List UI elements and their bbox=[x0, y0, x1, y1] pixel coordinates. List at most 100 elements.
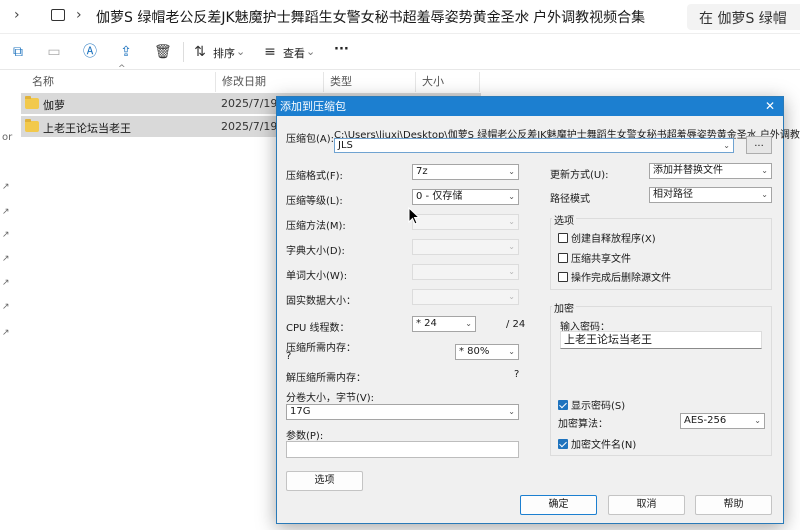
pin-icon[interactable]: ↗ bbox=[2, 254, 10, 264]
search-input[interactable]: 在 伽萝S 绿帽 bbox=[687, 4, 800, 30]
word-size-select[interactable]: ⌄ bbox=[412, 264, 519, 280]
level-select[interactable]: 0 - 仅存储 ⌄ bbox=[412, 189, 519, 205]
chevron-down-icon: ⌄ bbox=[465, 319, 472, 328]
update-mode-select[interactable]: 添加并替换文件 ⌄ bbox=[649, 163, 772, 179]
column-header-type[interactable]: 类型 bbox=[324, 72, 416, 92]
sort-icon[interactable]: ⇅ bbox=[192, 44, 208, 60]
monitor-icon[interactable] bbox=[51, 9, 65, 21]
encrypt-filenames-label: 加密文件名(N) bbox=[571, 440, 637, 451]
memory-label: 压缩所需内存： bbox=[286, 343, 356, 354]
chevron-down-icon[interactable]: ⌄ bbox=[306, 45, 315, 58]
path-mode-value: 相对路径 bbox=[653, 189, 693, 200]
help-button[interactable]: 帮助 bbox=[695, 495, 772, 515]
cancel-button[interactable]: 取消 bbox=[608, 495, 685, 515]
chevron-down-icon: ⌄ bbox=[508, 267, 515, 276]
delete-after-checkbox[interactable]: 操作完成后删除源文件 bbox=[558, 269, 671, 284]
compress-shared-checkbox[interactable]: 压缩共享文件 bbox=[558, 250, 631, 265]
method-select[interactable]: ⌄ bbox=[412, 214, 519, 230]
toolbar-divider bbox=[183, 42, 184, 62]
format-select[interactable]: 7z ⌄ bbox=[412, 164, 519, 180]
show-password-checkbox[interactable]: 显示密码(S) bbox=[558, 397, 625, 412]
dictionary-select[interactable]: ⌄ bbox=[412, 239, 519, 255]
create-sfx-label: 创建自释放程序(X) bbox=[571, 234, 656, 245]
split-volume-label: 分卷大小，字节(V): bbox=[286, 393, 375, 404]
memory-select[interactable]: * 80% ⌄ bbox=[455, 344, 519, 360]
path-mode-label: 路径模式 bbox=[550, 194, 590, 205]
pin-icon[interactable]: ↗ bbox=[2, 230, 10, 240]
checkbox-icon bbox=[558, 272, 568, 282]
solid-block-select[interactable]: ⌄ bbox=[412, 289, 519, 305]
update-mode-value: 添加并替换文件 bbox=[653, 165, 723, 176]
chevron-down-icon: ⌄ bbox=[508, 347, 515, 356]
method-label: 压缩方法(M): bbox=[286, 221, 346, 232]
chevron-down-icon: ⌄ bbox=[508, 407, 515, 416]
create-sfx-checkbox[interactable]: 创建自释放程序(X) bbox=[558, 230, 656, 245]
column-header-size[interactable]: 大小 bbox=[416, 72, 480, 92]
view-icon[interactable]: ≡ bbox=[262, 44, 278, 60]
split-volume-select[interactable]: 17G ⌄ bbox=[286, 404, 519, 420]
dialog-title: 添加到压缩包 bbox=[280, 100, 346, 113]
encryption-method-label: 加密算法： bbox=[558, 419, 608, 430]
parameters-label: 参数(P): bbox=[286, 431, 324, 442]
address-path[interactable]: 伽萝S 绿帽老公反差JK魅魔护士舞蹈生女警女秘书超羞辱姿势黄金圣水 户外调教视频… bbox=[96, 7, 645, 27]
column-header-date[interactable]: 修改日期 bbox=[216, 72, 324, 92]
ok-button[interactable]: 确定 bbox=[520, 495, 597, 515]
checkbox-checked-icon bbox=[558, 439, 568, 449]
memory-unknown: ? bbox=[286, 351, 292, 362]
archive-name-input[interactable]: JLS ⌄ bbox=[334, 138, 734, 153]
delete-after-label: 操作完成后删除源文件 bbox=[571, 273, 671, 284]
dialog-title-bar[interactable]: 添加到压缩包 ✕ bbox=[277, 97, 783, 116]
file-name: 伽萝 bbox=[43, 99, 65, 112]
pin-icon[interactable]: ↗ bbox=[2, 182, 10, 192]
column-header-name[interactable]: 名称 bbox=[26, 72, 216, 92]
chevron-right-icon[interactable]: › bbox=[14, 7, 20, 23]
chevron-down-icon[interactable]: ⌄ bbox=[723, 139, 730, 152]
paste-icon[interactable]: ▭ bbox=[46, 44, 62, 60]
more-options-button[interactable]: ··· bbox=[334, 42, 349, 57]
pin-icon[interactable]: ↗ bbox=[2, 278, 10, 288]
password-input[interactable]: 上老王论坛当老王 bbox=[560, 331, 762, 349]
show-password-label: 显示密码(S) bbox=[571, 401, 626, 412]
cpu-threads-select[interactable]: * 24 ⌄ bbox=[412, 316, 476, 332]
checkbox-checked-icon bbox=[558, 400, 568, 410]
chevron-down-icon[interactable]: ⌄ bbox=[236, 45, 245, 58]
encryption-method-value: AES-256 bbox=[684, 415, 727, 426]
encrypt-filenames-checkbox[interactable]: 加密文件名(N) bbox=[558, 436, 636, 451]
encryption-method-select[interactable]: AES-256 ⌄ bbox=[680, 413, 765, 429]
cpu-threads-total: / 24 bbox=[506, 319, 526, 330]
chevron-down-icon: ⌄ bbox=[754, 416, 761, 425]
pin-icon[interactable]: ↗ bbox=[2, 207, 10, 217]
decompress-memory-value: ? bbox=[514, 369, 520, 380]
solid-block-label: 固实数据大小： bbox=[286, 296, 356, 307]
copy-icon[interactable]: ⧉ bbox=[10, 44, 26, 60]
delete-icon[interactable]: 🗑 bbox=[154, 44, 172, 60]
pin-icon[interactable]: ↗ bbox=[2, 302, 10, 312]
close-icon[interactable]: ✕ bbox=[765, 97, 775, 116]
format-label: 压缩格式(F): bbox=[286, 171, 343, 182]
nav-item-label[interactable]: or bbox=[2, 132, 12, 143]
chevron-right-icon[interactable]: › bbox=[524, 7, 530, 23]
chevron-right-icon[interactable]: › bbox=[76, 7, 82, 23]
add-to-archive-dialog: 添加到压缩包 ✕ 压缩包(A): C:\Users\liuxi\Desktop\… bbox=[276, 96, 800, 524]
rename-icon[interactable]: Ⓐ bbox=[82, 44, 98, 60]
parameters-input[interactable] bbox=[286, 441, 519, 458]
chevron-down-icon: ⌄ bbox=[508, 242, 515, 251]
compress-shared-label: 压缩共享文件 bbox=[571, 254, 631, 265]
chevron-down-icon: ⌄ bbox=[508, 292, 515, 301]
file-name: 上老王论坛当老王 bbox=[43, 122, 131, 135]
address-bar: › › 伽萝S 绿帽老公反差JK魅魔护士舞蹈生女警女秘书超羞辱姿势黄金圣水 户外… bbox=[0, 0, 800, 34]
options-group-title: 选项 bbox=[552, 212, 576, 227]
chevron-down-icon: ⌄ bbox=[508, 167, 515, 176]
dictionary-label: 字典大小(D): bbox=[286, 246, 345, 257]
sort-button[interactable]: 排序 bbox=[213, 45, 235, 61]
level-value: 0 - 仅存储 bbox=[416, 191, 463, 202]
chevron-down-icon: ⌄ bbox=[508, 192, 515, 201]
pin-icon[interactable]: ↗ bbox=[2, 328, 10, 338]
options-button[interactable]: 选项 bbox=[286, 471, 363, 491]
view-button[interactable]: 查看 bbox=[283, 45, 305, 61]
share-icon[interactable]: ⇪ bbox=[118, 44, 134, 60]
level-label: 压缩等级(L): bbox=[286, 196, 343, 207]
chevron-down-icon: ⌄ bbox=[761, 190, 768, 199]
browse-button[interactable]: ... bbox=[746, 136, 772, 154]
path-mode-select[interactable]: 相对路径 ⌄ bbox=[649, 187, 772, 203]
